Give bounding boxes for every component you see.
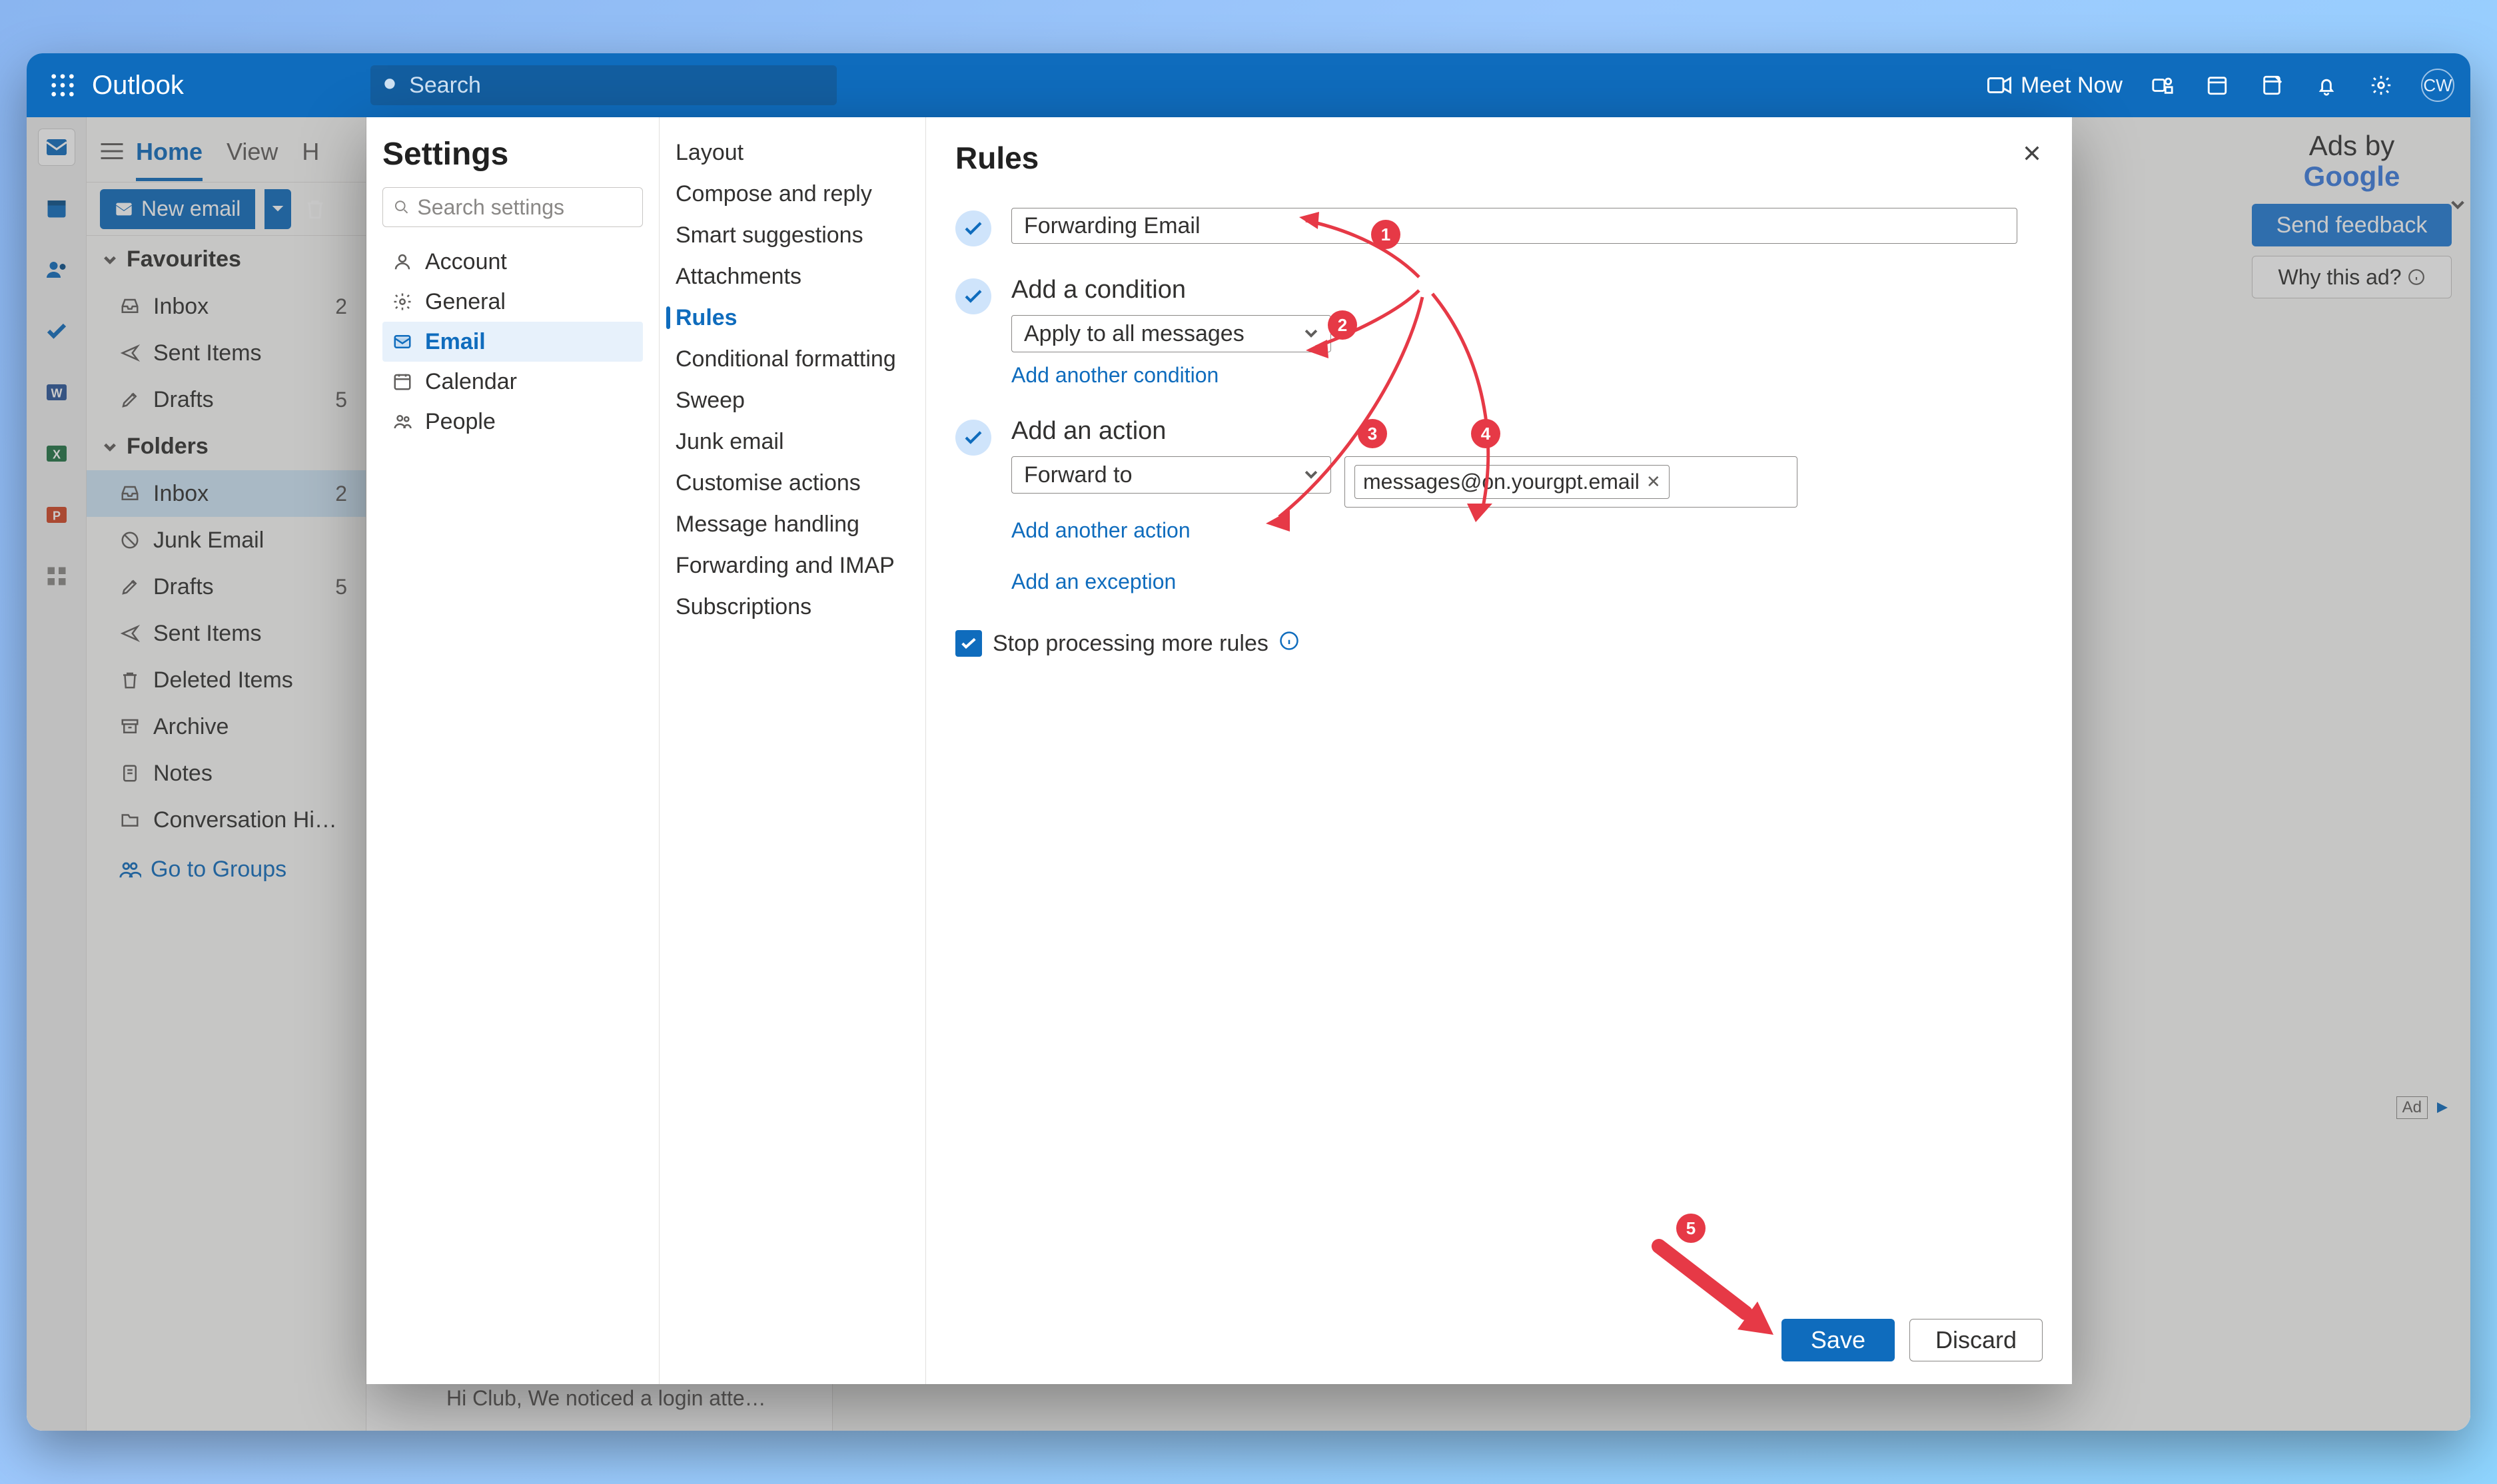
recipient-email: messages@on.yourgpt.email [1363, 470, 1640, 494]
settings-categories: Settings Account General Email Calendar … [366, 117, 660, 1384]
step-check-icon [955, 210, 991, 246]
app-launcher-icon[interactable] [43, 65, 83, 105]
settings-cat-email[interactable]: Email [382, 322, 643, 362]
search-icon [394, 198, 409, 216]
subcat-subscriptions[interactable]: Subscriptions [660, 586, 925, 627]
condition-dropdown[interactable]: Apply to all messages [1011, 315, 1331, 352]
condition-value: Apply to all messages [1024, 321, 1245, 347]
chevron-down-icon [1304, 470, 1318, 480]
outlook-window: Outlook Meet Now CW W X [27, 53, 2470, 1431]
close-dialog-button[interactable] [2016, 137, 2048, 169]
subcat-sweep[interactable]: Sweep [660, 380, 925, 421]
app-title: Outlook [92, 71, 184, 101]
close-icon [2021, 143, 2043, 164]
settings-cat-general[interactable]: General [382, 282, 643, 322]
add-exception-link[interactable]: Add an exception [1011, 569, 1176, 594]
calendar-icon [390, 370, 414, 394]
subcat-rules[interactable]: Rules [660, 297, 925, 338]
settings-cat-calendar[interactable]: Calendar [382, 362, 643, 402]
subcat-attachments[interactable]: Attachments [660, 256, 925, 297]
settings-cat-account[interactable]: Account [382, 242, 643, 282]
person-icon [390, 250, 414, 274]
user-avatar[interactable]: CW [2421, 69, 2454, 102]
people-icon [390, 410, 414, 434]
topbar-actions: Meet Now CW [1987, 69, 2454, 102]
meet-now-button[interactable]: Meet Now [1987, 73, 2123, 99]
rule-name-input[interactable] [1011, 208, 2017, 244]
settings-content: Rules Add a condition Apply to [926, 117, 2072, 1384]
settings-subcategories: Layout Compose and reply Smart suggestio… [660, 117, 926, 1384]
save-button[interactable]: Save [1781, 1319, 1895, 1361]
meet-now-label: Meet Now [2021, 73, 2123, 99]
subcat-smart[interactable]: Smart suggestions [660, 214, 925, 256]
chevron-down-icon [1304, 328, 1318, 339]
settings-dialog: Settings Account General Email Calendar … [366, 117, 2072, 1384]
action-dropdown[interactable]: Forward to [1011, 456, 1331, 494]
gear-icon [390, 290, 414, 314]
settings-cat-people[interactable]: People [382, 402, 643, 442]
subcat-compose[interactable]: Compose and reply [660, 173, 925, 214]
step-check-icon [955, 278, 991, 314]
stop-processing-label: Stop processing more rules [993, 631, 1268, 657]
my-day-icon[interactable] [2257, 71, 2286, 100]
stop-processing-checkbox[interactable] [955, 630, 982, 657]
global-search[interactable] [370, 65, 837, 105]
remove-chip-button[interactable]: ✕ [1646, 472, 1661, 492]
titlebar: Outlook Meet Now CW [27, 53, 2470, 117]
rule-condition-row: Add a condition Apply to all messages Ad… [955, 276, 2043, 388]
rule-action-row: Add an action Forward to messages@on.you… [955, 417, 2043, 594]
video-icon [1987, 76, 2011, 95]
subcat-junk[interactable]: Junk email [660, 421, 925, 462]
settings-gear-icon[interactable] [2366, 71, 2396, 100]
action-value: Forward to [1024, 462, 1133, 488]
settings-title: Settings [382, 136, 643, 173]
rule-name-row [955, 208, 2043, 246]
add-action-link[interactable]: Add another action [1011, 518, 1191, 543]
subcat-forwarding[interactable]: Forwarding and IMAP [660, 545, 925, 586]
stop-processing-row: Stop processing more rules [955, 630, 2043, 657]
subcat-conditional[interactable]: Conditional formatting [660, 338, 925, 380]
info-icon[interactable] [1279, 631, 1299, 657]
subcat-layout[interactable]: Layout [660, 132, 925, 173]
subcat-handling[interactable]: Message handling [660, 504, 925, 545]
recipient-chip: messages@on.yourgpt.email ✕ [1354, 465, 1670, 499]
calendar-day-icon[interactable] [2203, 71, 2232, 100]
main-area: W X P Home View H New email [27, 117, 2470, 1431]
step-check-icon [955, 420, 991, 456]
add-condition-link[interactable]: Add another condition [1011, 363, 1219, 388]
settings-search[interactable] [382, 187, 643, 227]
dialog-footer: Save Discard [955, 1299, 2043, 1361]
settings-search-input[interactable] [417, 195, 632, 220]
rules-title: Rules [955, 140, 2043, 176]
action-heading: Add an action [1011, 417, 2043, 446]
mail-icon [390, 330, 414, 354]
search-icon [382, 76, 400, 95]
search-input[interactable] [409, 73, 825, 99]
forward-to-field[interactable]: messages@on.yourgpt.email ✕ [1344, 456, 1797, 508]
svg-text:5: 5 [1686, 1218, 1696, 1238]
discard-button[interactable]: Discard [1909, 1319, 2043, 1361]
teams-icon[interactable] [2148, 71, 2177, 100]
notifications-icon[interactable] [2312, 71, 2341, 100]
subcat-customise[interactable]: Customise actions [660, 462, 925, 504]
condition-heading: Add a condition [1011, 276, 2043, 304]
